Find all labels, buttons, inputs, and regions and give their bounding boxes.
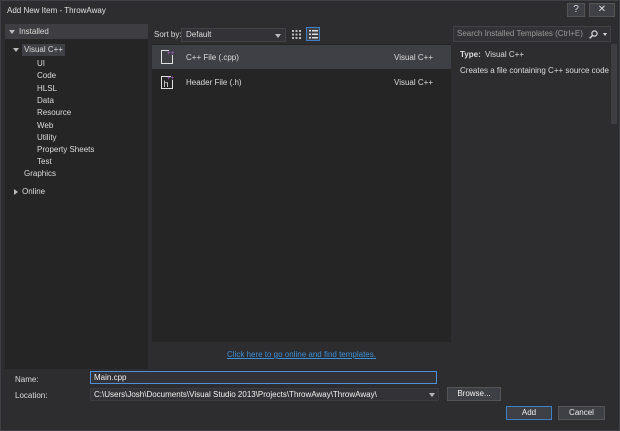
add-new-item-dialog: Add New Item - ThrowAway ? ✕ Installed V… — [0, 0, 620, 431]
location-value: C:\Users\Josh\Documents\Visual Studio 20… — [94, 390, 377, 399]
title-bar: Add New Item - ThrowAway ? ✕ — [1, 1, 619, 21]
cancel-button[interactable]: Cancel — [558, 406, 605, 420]
tree-item-web[interactable]: Web — [37, 120, 53, 132]
expand-arrow-icon[interactable] — [14, 189, 18, 195]
chevron-down-icon — [429, 393, 435, 397]
template-description: Creates a file containing C++ source cod… — [460, 66, 609, 75]
tree-item-resource[interactable]: Resource — [37, 107, 71, 119]
expand-arrow-icon[interactable] — [13, 48, 19, 52]
chevron-down-icon — [275, 34, 281, 38]
tree-item-property-sheets[interactable]: Property Sheets — [37, 144, 94, 156]
name-label: Name: — [15, 375, 39, 384]
tree-item-data[interactable]: Data — [37, 95, 54, 107]
location-dropdown[interactable]: C:\Users\Josh\Documents\Visual Studio 20… — [90, 388, 439, 401]
template-list: ++ C++ File (.cpp) Visual C++ h ++ Heade… — [152, 44, 451, 342]
installed-label: Installed — [19, 27, 49, 36]
sort-toolbar: Sort by: Default — [151, 24, 451, 44]
tree-item-visual-cpp[interactable]: Visual C++ — [22, 44, 65, 56]
name-field[interactable]: Main.cpp — [90, 371, 437, 384]
tree-item-graphics[interactable]: Graphics — [24, 168, 56, 180]
tree-item-ui[interactable]: UI — [37, 58, 45, 70]
type-label: Type: — [460, 50, 481, 59]
template-details: Type: Visual C++ Creates a file containi… — [453, 44, 611, 342]
installed-header[interactable]: Installed — [5, 24, 148, 39]
template-category-tree: Installed Visual C++ UI Code HLSL Data Resou… — [5, 24, 148, 369]
add-button[interactable]: Add — [506, 406, 552, 420]
template-row-header[interactable]: h ++ Header File (.h) Visual C++ — [152, 70, 451, 94]
template-name: Header File (.h) — [186, 78, 242, 87]
window-title: Add New Item - ThrowAway — [7, 6, 106, 15]
template-name: C++ File (.cpp) — [186, 53, 239, 62]
sort-value: Default — [186, 30, 212, 39]
search-input[interactable]: Search Installed Templates (Ctrl+E) — [453, 26, 611, 42]
sort-dropdown[interactable]: Default — [181, 28, 286, 42]
browse-button[interactable]: Browse... — [447, 387, 501, 401]
tree-item-utility[interactable]: Utility — [37, 132, 57, 144]
location-label: Location: — [15, 391, 48, 400]
tree-item-code[interactable]: Code — [37, 70, 56, 82]
sort-label: Sort by: — [154, 30, 182, 39]
search-placeholder: Search Installed Templates (Ctrl+E) — [457, 29, 583, 38]
search-options-arrow-icon[interactable] — [603, 33, 607, 36]
template-language: Visual C++ — [394, 78, 433, 87]
template-row-cpp[interactable]: ++ C++ File (.cpp) Visual C++ — [152, 45, 451, 69]
help-button[interactable]: ? — [567, 3, 585, 17]
header-file-icon: h ++ — [161, 76, 174, 89]
details-scrollbar[interactable] — [611, 44, 617, 124]
close-button[interactable]: ✕ — [589, 3, 615, 17]
tree-item-online[interactable]: Online — [22, 186, 45, 198]
online-templates-link[interactable]: Click here to go online and find templat… — [152, 350, 451, 359]
type-value: Visual C++ — [485, 50, 524, 59]
list-view-icon[interactable] — [306, 27, 320, 41]
svg-text:++: ++ — [167, 76, 174, 82]
tree-item-hlsl[interactable]: HLSL — [37, 83, 57, 95]
cpp-file-icon: ++ — [161, 50, 174, 64]
template-language: Visual C++ — [394, 53, 433, 62]
search-icon[interactable] — [589, 30, 598, 39]
tree-item-test[interactable]: Test — [37, 156, 52, 168]
expand-arrow-icon[interactable] — [9, 30, 15, 34]
grid-view-icon[interactable] — [289, 27, 303, 41]
svg-text:++: ++ — [167, 51, 174, 57]
